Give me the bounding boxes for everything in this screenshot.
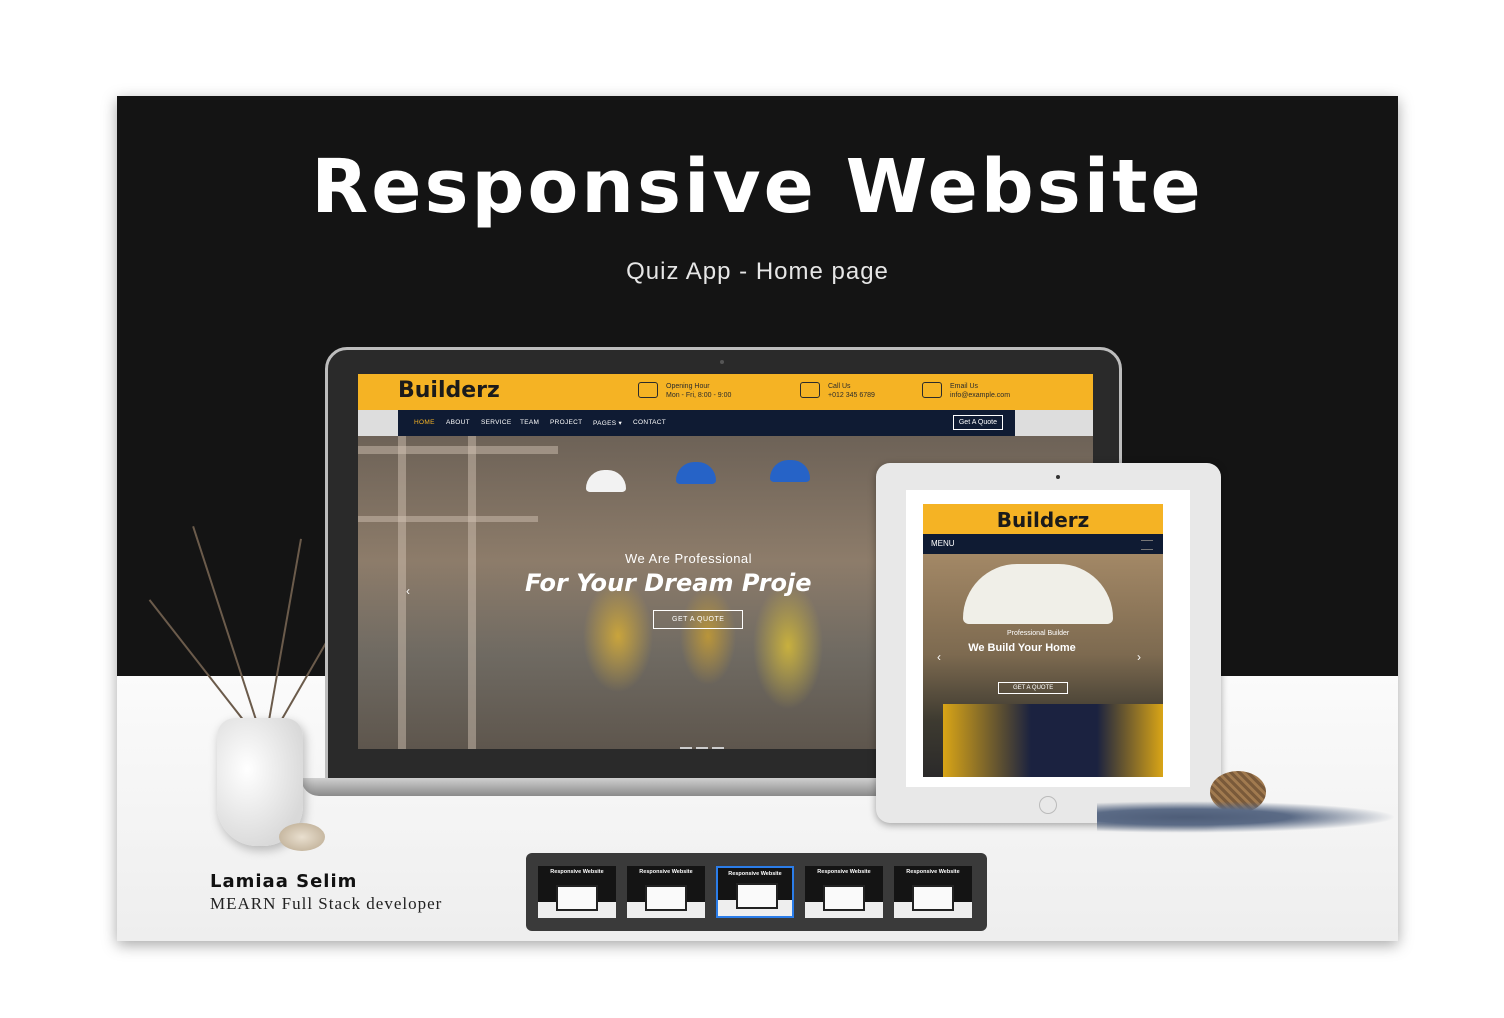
chevron-left-icon[interactable]: ‹ [406,584,410,598]
site-topbar: Builderz Opening Hour Mon - Fri, 8:00 - … [358,374,1093,410]
tablet-site-topbar: Builderz [923,504,1163,534]
site-logo[interactable]: Builderz [398,378,500,403]
info-label: Email Us [950,383,979,390]
scaffold-beam [358,446,558,454]
tablet-quote-button[interactable]: GET A QUOTE [998,682,1069,694]
thumbnail-strip: Responsive Website Responsive Website Re… [526,853,987,931]
thumbnail-device [736,883,778,909]
thumbnail-device [912,885,954,911]
tablet-hero-image: Professional Builder We Build Your Home … [923,554,1163,777]
info-value: Mon - Fri, 8:00 - 9:00 [666,392,732,399]
menu-label: MENU [931,539,955,548]
thumbnail-device [556,885,598,911]
tablet-screen: Builderz MENU Professional Builder We Bu… [906,490,1190,787]
scaffold-post [398,436,406,749]
tablet-camera [1056,475,1060,479]
thumbnail-1[interactable]: Responsive Website [538,866,616,918]
lavender-decoration [1097,801,1397,833]
opening-hour-info: Opening Hour Mon - Fri, 8:00 - 9:00 [638,382,732,400]
thumbnail-5[interactable]: Responsive Website [894,866,972,918]
page-title: Responsive Website [311,144,1204,230]
tablet-hero-heading: We Build Your Home [968,642,1076,654]
nav-about[interactable]: ABOUT [446,419,470,426]
thumbnail-3-selected[interactable]: Responsive Website [716,866,794,918]
flower-decoration [279,823,325,851]
tablet-hero-kicker: Professional Builder [1007,630,1070,637]
scaffold-post [468,436,476,749]
worker-jacket [943,704,1163,777]
blue-helmet [676,462,716,484]
nav-team[interactable]: TEAM [520,419,539,426]
thumbnail-device [823,885,865,911]
info-label: Opening Hour [666,383,710,390]
hero-quote-button[interactable]: GET A QUOTE [653,610,744,629]
chevron-left-icon[interactable]: ‹ [937,650,941,664]
hard-hat [963,564,1113,624]
thumbnail-4[interactable]: Responsive Website [805,866,883,918]
thumbnail-label: Responsive Website [728,871,782,877]
author-role: MEARN Full Stack developer [210,894,443,913]
tablet-home-button [1039,796,1057,814]
mail-icon [922,382,942,398]
info-value: info@example.com [950,392,1011,399]
tablet-mockup: Builderz MENU Professional Builder We Bu… [876,463,1221,823]
nav-project[interactable]: PROJECT [550,419,582,426]
hero-heading: For Your Dream Proje [525,569,812,597]
blue-helmet [770,460,810,482]
carousel-dots[interactable] [678,736,726,749]
thumbnail-label: Responsive Website [550,869,604,875]
thumbnail-label: Responsive Website [639,869,693,875]
hero-kicker: We Are Professional [625,551,753,566]
white-helmet [586,470,626,492]
nav-contact[interactable]: CONTACT [633,419,666,426]
laptop-camera [720,360,724,364]
tablet-site-logo[interactable]: Builderz [923,508,1163,532]
call-us-info: Call Us +012 345 6789 [800,382,875,400]
thumbnail-label: Responsive Website [817,869,871,875]
nav-pages[interactable]: PAGES ▾ [593,419,622,427]
page-subtitle: Quiz App - Home page [626,258,889,285]
nav-service[interactable]: SERVICE [481,419,512,426]
tablet-menu-bar[interactable]: MENU [923,534,1163,554]
thumbnail-2[interactable]: Responsive Website [627,866,705,918]
author-name: Lamiaa Selim [210,871,358,892]
scaffold-beam [358,516,538,522]
info-value: +012 345 6789 [828,392,875,399]
nav-home[interactable]: HOME [414,419,435,426]
email-us-info: Email Us info@example.com [922,382,1011,400]
get-a-quote-button[interactable]: Get A Quote [952,415,1003,430]
info-label: Call Us [828,383,851,390]
clock-icon [638,382,658,398]
thumbnail-device [645,885,687,911]
presentation-card: Responsive Website Quiz App - Home page … [117,96,1398,941]
hamburger-icon[interactable] [1141,540,1153,550]
site-navbar: HOME ABOUT SERVICE TEAM PROJECT PAGES ▾ … [398,410,1015,436]
thumbnail-label: Responsive Website [906,869,960,875]
phone-icon [800,382,820,398]
chevron-right-icon[interactable]: › [1137,650,1141,664]
